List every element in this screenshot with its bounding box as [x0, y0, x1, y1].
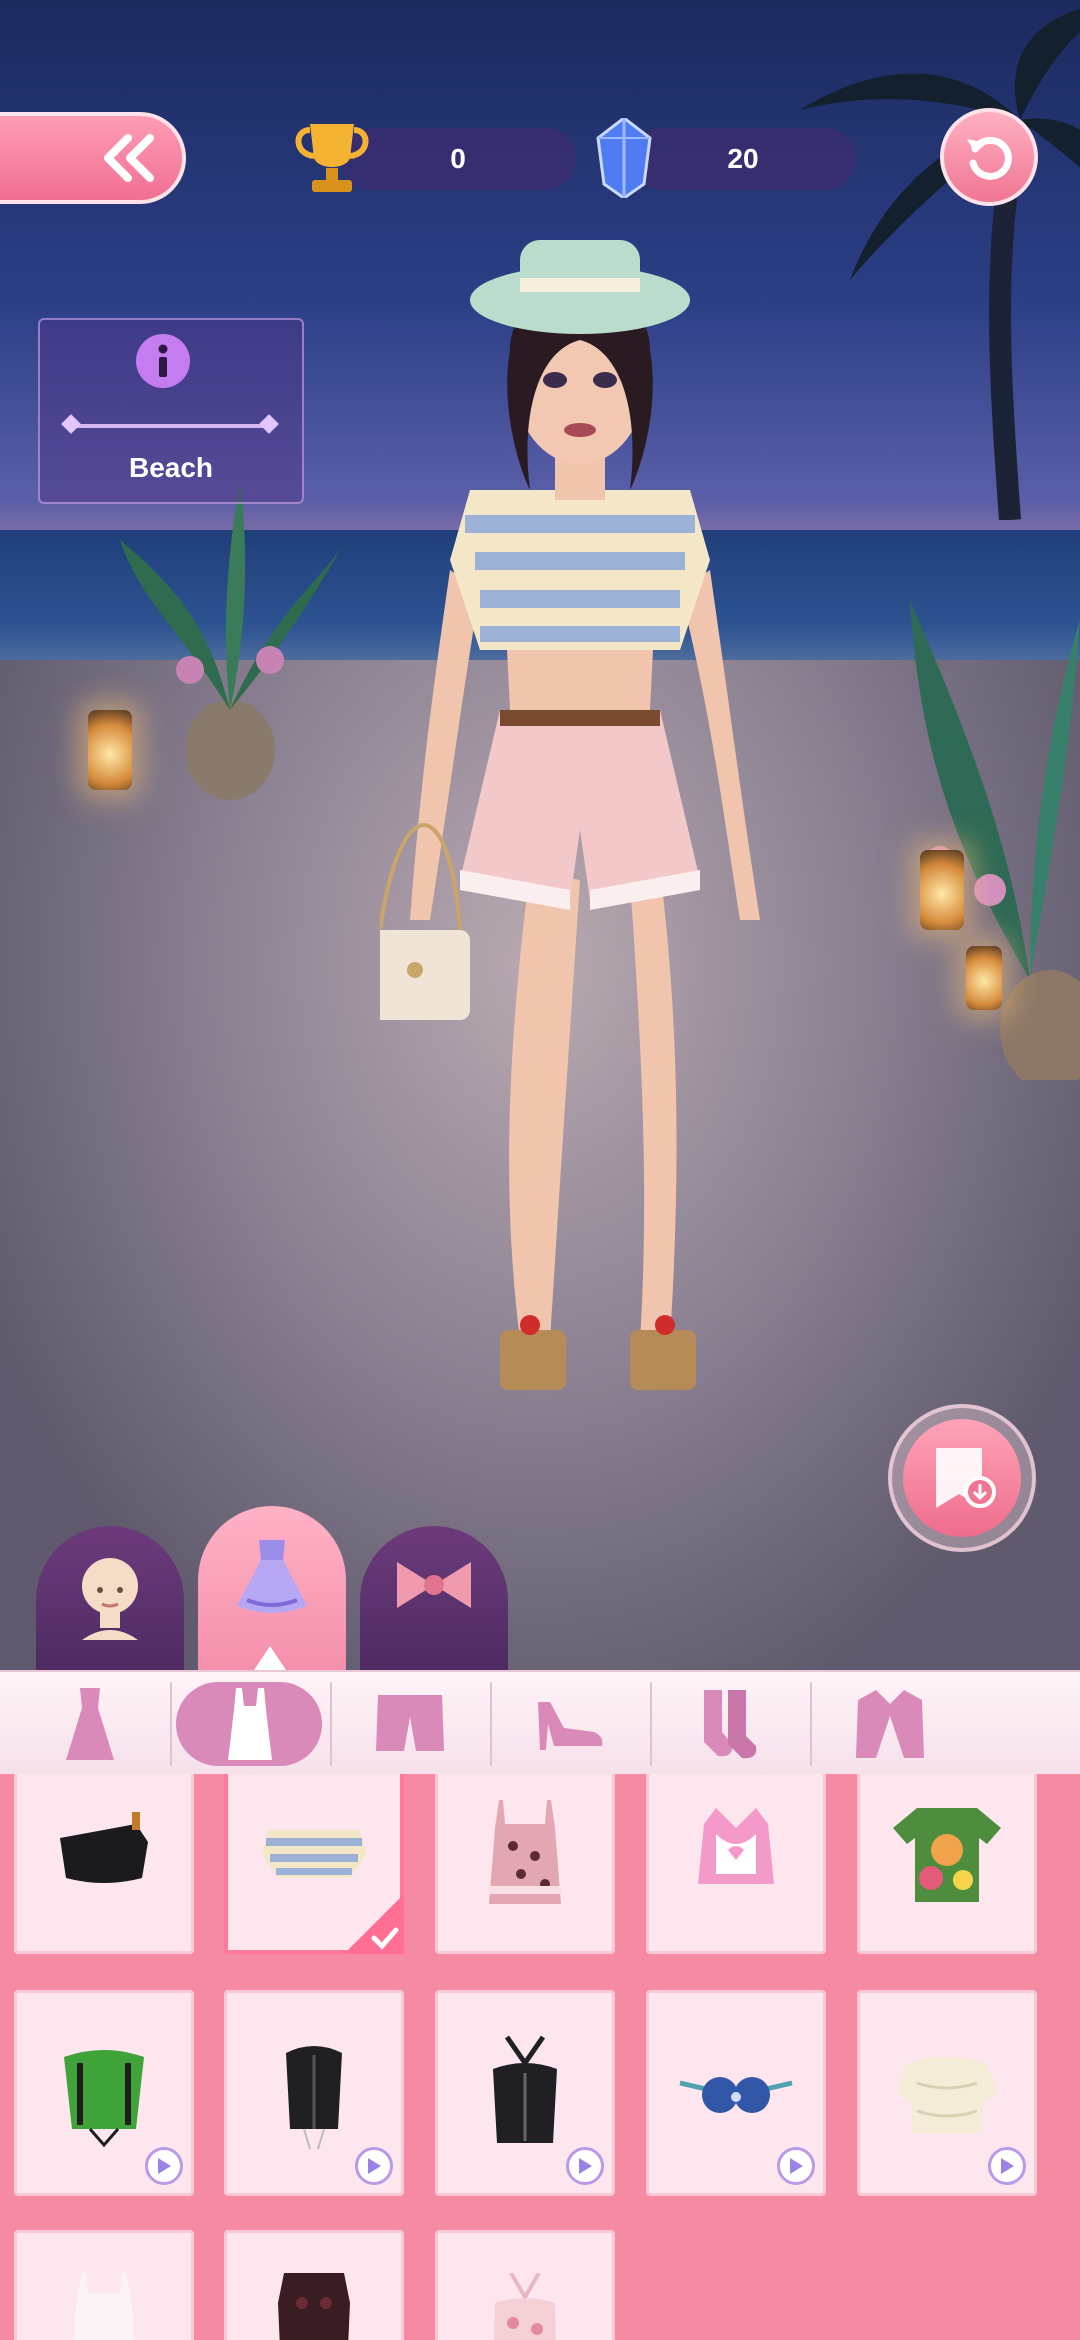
- item-card-leopard-camisole[interactable]: [435, 1774, 615, 1954]
- trophy-icon: [295, 124, 369, 192]
- item-card-pink-halter-top[interactable]: [646, 1774, 826, 1954]
- item-card-white-cami[interactable]: [14, 2230, 194, 2340]
- video-badge[interactable]: [145, 2147, 183, 2185]
- subcategory-dress[interactable]: [10, 1672, 170, 1776]
- item-card-black-corset[interactable]: [224, 1990, 404, 2196]
- dress-icon: [237, 1540, 307, 1613]
- character-model: [380, 240, 760, 1390]
- back-button[interactable]: [0, 112, 186, 204]
- active-category-pointer: [254, 1646, 286, 1670]
- restart-button[interactable]: [940, 108, 1038, 206]
- category-tab-accessories[interactable]: [360, 1526, 508, 1670]
- subcategory-bottoms[interactable]: [330, 1672, 490, 1776]
- play-icon: [158, 2158, 171, 2174]
- gem-count: 20: [727, 143, 759, 174]
- subcategory-shoes[interactable]: [490, 1672, 650, 1776]
- heel-icon: [538, 1702, 603, 1750]
- play-icon: [579, 2158, 592, 2174]
- trophy-counter: 0: [340, 128, 576, 190]
- save-bookmark-icon: [936, 1448, 996, 1508]
- item-card-blue-shell-bra[interactable]: [646, 1990, 826, 2196]
- item-card-cream-lace-blouse[interactable]: [857, 1990, 1037, 2196]
- info-icon: [158, 344, 168, 377]
- item-card-black-one-shoulder-top[interactable]: [14, 1774, 194, 1954]
- lantern: [966, 946, 1002, 1010]
- bow-icon: [397, 1562, 471, 1608]
- leopard-top-image: [489, 1800, 561, 1904]
- shell-bra-image: [679, 2077, 793, 2113]
- video-badge[interactable]: [988, 2147, 1026, 2185]
- category-tab-body[interactable]: [36, 1526, 184, 1670]
- slider-end-left: [61, 414, 81, 434]
- black-top-image: [60, 1812, 148, 1883]
- item-card-green-floral-tee[interactable]: [857, 1774, 1037, 1954]
- subcategory-bar: [0, 1670, 1080, 1776]
- trophy-count: 0: [450, 143, 466, 174]
- pink-halter-image: [698, 1808, 774, 1884]
- dress-icon: [66, 1688, 114, 1760]
- save-outfit-button[interactable]: [888, 1404, 1036, 1552]
- lace-blouse-image: [897, 2057, 997, 2133]
- gem-counter: 20: [630, 128, 856, 190]
- item-card-green-corset[interactable]: [14, 1990, 194, 2196]
- white-cami-image: [74, 2273, 134, 2340]
- slider-end-right: [259, 414, 279, 434]
- floral-tee-image: [893, 1808, 1001, 1902]
- theme-slider: [61, 414, 279, 434]
- halter-corset-image: [493, 2035, 557, 2143]
- theme-label: Beach: [128, 452, 214, 483]
- potted-plant-left: [120, 480, 340, 800]
- subcategory-socks[interactable]: [650, 1672, 810, 1776]
- video-badge[interactable]: [777, 2147, 815, 2185]
- palm-tree: [800, 8, 1080, 520]
- face-icon: [82, 1558, 138, 1640]
- item-card-black-halter-corset[interactable]: [435, 1990, 615, 2196]
- double-chevron-left-icon: [104, 134, 154, 182]
- lantern: [88, 710, 132, 790]
- gem-icon: [596, 118, 652, 198]
- shorts-icon: [376, 1695, 444, 1751]
- tank-top-icon: [228, 1688, 272, 1760]
- item-card-dark-lace-top[interactable]: [224, 2230, 404, 2340]
- play-icon: [1001, 2158, 1014, 2174]
- item-card-striped-crop-top[interactable]: [224, 1774, 404, 1954]
- green-corset-image: [64, 2050, 144, 2148]
- socks-icon: [704, 1690, 757, 1759]
- dark-lace-image: [278, 2273, 350, 2340]
- selected-check-icon: [344, 1894, 404, 1954]
- play-icon: [790, 2158, 803, 2174]
- undo-icon: [967, 136, 1012, 180]
- video-badge[interactable]: [566, 2147, 604, 2185]
- floral-halter-image: [494, 2273, 556, 2340]
- item-grid: [0, 1774, 1080, 2340]
- info-button[interactable]: [136, 334, 190, 388]
- subcategory-outerwear[interactable]: [810, 1672, 970, 1776]
- subcategory-tops[interactable]: [170, 1672, 330, 1776]
- item-card-floral-halter-top[interactable]: [435, 2230, 615, 2340]
- black-corset-image: [286, 2046, 342, 2150]
- lantern: [920, 850, 964, 930]
- jacket-icon: [856, 1690, 924, 1758]
- video-badge[interactable]: [355, 2147, 393, 2185]
- theme-panel: Beach: [38, 318, 304, 504]
- play-icon: [368, 2158, 381, 2174]
